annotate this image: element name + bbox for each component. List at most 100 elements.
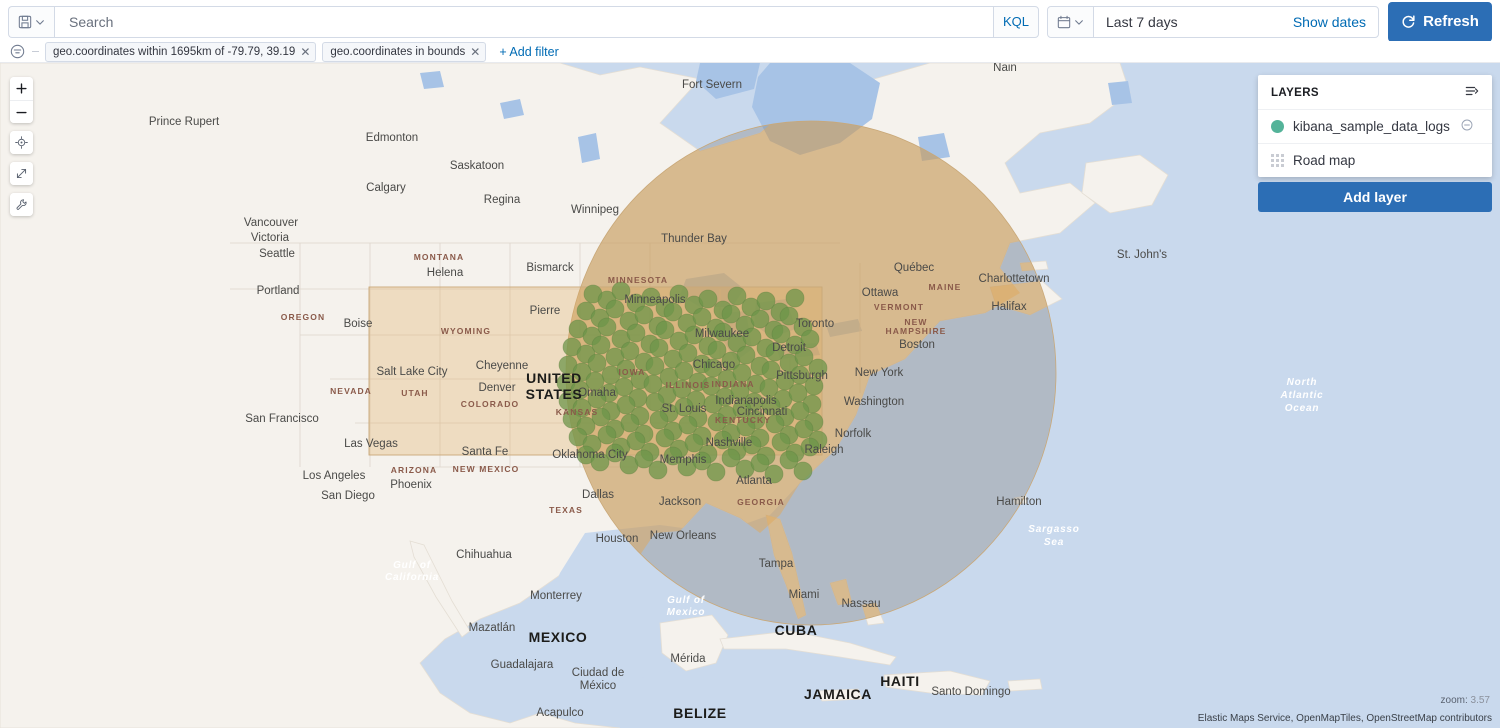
map-marker[interactable] [592,336,610,354]
fit-to-data-button[interactable] [10,131,33,154]
map-marker[interactable] [699,290,717,308]
add-filter-button[interactable]: + Add filter [499,45,558,59]
map-city-label: New York [855,367,904,379]
layers-card: LAYERS kibana_sample_data_logs [1258,75,1492,177]
map-city-label: Houston [596,533,639,545]
fullscreen-group [10,162,33,185]
map-city-label: Los Angeles [303,470,366,482]
map-city-label: Vancouver [244,217,298,229]
map-city-label: St. Louis [662,403,707,415]
layer-item-road-map[interactable]: Road map [1258,143,1492,177]
map-water-label: Mexico [667,607,706,618]
map-country-label: MEXICO [529,629,588,645]
date-range-display[interactable]: Last 7 days [1094,14,1281,30]
map-city-label: Cincinnati [737,406,788,418]
map-water-label: Gulf of [393,560,432,571]
map-city-label: Toronto [796,318,834,330]
map-marker[interactable] [588,354,606,372]
map-city-label: Minneapolis [624,294,686,306]
query-bar: KQL Last 7 days Show dates R [0,0,1500,43]
map-state-label: GEORGIA [737,497,785,507]
map-city-label: Monterrey [530,590,582,602]
map-state-label: ARIZONA [391,465,437,475]
refresh-icon [1401,14,1416,29]
map-tools-group [10,193,33,216]
date-quick-select-button[interactable] [1048,7,1094,37]
map-city-label: Raleigh [805,444,844,456]
map-city-label: Santa Fe [462,446,509,458]
layers-panel: LAYERS kibana_sample_data_logs [1258,75,1492,212]
zoom-in-button[interactable] [10,77,33,100]
zoom-controls [10,77,33,123]
map-state-label: TEXAS [549,505,583,515]
refresh-button[interactable]: Refresh [1388,2,1492,42]
close-icon[interactable]: ✕ [470,46,480,58]
map-state-label: INDIANA [711,379,754,389]
map-state-label: UTAH [401,388,428,398]
map-city-label: Atlanta [736,475,772,487]
chevron-down-icon [35,17,45,27]
expand-arrows-icon [15,167,28,180]
minus-icon [16,107,27,118]
map-city-label: Denver [478,382,515,394]
map-city-label: Jackson [659,496,701,508]
map-state-label: MONTANA [414,252,465,262]
map-state-label: KANSAS [556,407,599,417]
filter-pill-geo-bounds[interactable]: geo.coordinates in bounds ✕ [322,42,486,62]
zoom-label-text: zoom: [1441,695,1468,706]
map-city-label: Nain [993,63,1017,74]
map-water-label: Sea [1044,537,1064,548]
map-state-label: COLORADO [461,399,519,409]
saved-query-button[interactable] [8,6,54,38]
show-dates-button[interactable]: Show dates [1281,14,1378,30]
map-city-label: Victoria [251,232,290,244]
map-marker[interactable] [598,426,616,444]
map-marker[interactable] [794,462,812,480]
map-tools-button[interactable] [10,193,33,216]
map-water-label: Atlantic [1279,390,1323,401]
map-city-label: Bismarck [526,262,574,274]
kibana-maps-app: KQL Last 7 days Show dates R [0,0,1500,728]
map-water-label: Sargasso [1028,524,1079,535]
hide-layer-icon[interactable] [1461,119,1473,134]
map-country-label: HAITI [880,673,920,689]
chevron-down-icon [1074,17,1084,27]
map-water-label: North [1287,377,1318,388]
global-filter-options-button[interactable] [8,43,26,61]
map-marker[interactable] [598,318,616,336]
map-city-label: Saskatoon [450,160,504,172]
layer-label: kibana_sample_data_logs [1293,119,1450,134]
add-layer-button[interactable]: Add layer [1258,182,1492,212]
close-icon[interactable]: ✕ [300,46,310,58]
map-city-label: Thunder Bay [661,233,727,245]
zoom-level-indicator: zoom: 3.57 [1441,695,1490,706]
search-input[interactable] [67,13,981,31]
map-city-label: Guadalajara [491,659,554,671]
zoom-out-button[interactable] [10,100,33,123]
map-marker[interactable] [606,300,624,318]
search-input-wrapper[interactable] [54,6,993,38]
map-canvas[interactable]: NorthAtlanticOceanSargassoSeaGulf ofCali… [0,63,1500,728]
collapse-panel-icon[interactable] [1465,84,1479,101]
fullscreen-button[interactable] [10,162,33,185]
filter-pill-geo-distance[interactable]: geo.coordinates within 1695km of -79.79,… [45,42,316,62]
filter-options-icon [10,44,25,59]
layers-panel-title: LAYERS [1271,87,1319,99]
map-city-label: Tampa [759,558,794,570]
filter-bar-divider [32,51,39,52]
query-language-button[interactable]: KQL [993,6,1039,38]
map-marker[interactable] [786,289,804,307]
refresh-label: Refresh [1423,13,1479,30]
layer-item-kibana-sample-data-logs[interactable]: kibana_sample_data_logs [1258,110,1492,143]
map-state-label: WYOMING [441,326,491,336]
map-marker[interactable] [707,463,725,481]
map-city-label: Washington [844,396,904,408]
plus-icon [16,83,27,94]
map-state-label: VERMONT [874,302,924,312]
map-city-label: Mérida [670,653,706,665]
map-country-label: STATES [526,386,583,402]
map-city-label: Omaha [578,387,616,399]
map-state-label: MINNESOTA [608,275,668,285]
map-city-label: Miami [789,589,820,601]
layer-color-swatch-icon [1271,120,1284,133]
